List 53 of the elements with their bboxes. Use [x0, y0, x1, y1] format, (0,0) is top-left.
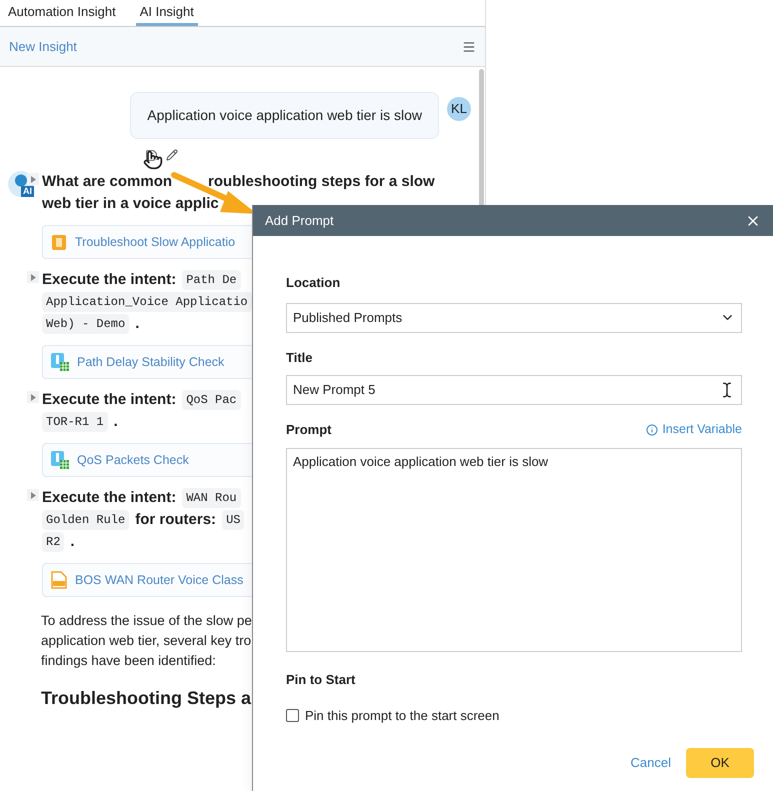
code-snippet: QoS Pac	[182, 390, 241, 410]
ok-button[interactable]: OK	[686, 748, 754, 778]
expand-toggle[interactable]	[27, 489, 39, 501]
ai-badge: AI	[21, 186, 34, 197]
step-text: .	[135, 314, 140, 334]
section-heading: Troubleshooting Steps a	[40, 687, 252, 710]
menu-icon[interactable]	[462, 40, 476, 54]
clipboard-icon	[51, 233, 67, 251]
expand-triangle-icon	[30, 176, 36, 182]
edit-icon[interactable]	[166, 149, 178, 161]
expand-toggle[interactable]	[27, 173, 39, 185]
step-text: Execute the intent:	[42, 390, 176, 410]
user-avatar: KL	[447, 97, 471, 121]
insert-variable-link[interactable]: Insert Variable	[646, 420, 742, 440]
insight-title: New Insight	[9, 38, 77, 56]
cancel-button[interactable]: Cancel	[630, 752, 671, 772]
location-dropdown[interactable]: Published Prompts	[286, 302, 742, 332]
expand-triangle-icon	[30, 394, 36, 400]
summary-paragraph: To address the issue of the slow pe application web tier, several key tro findings have been identified:	[40, 612, 253, 670]
hand-cursor-icon	[143, 150, 163, 170]
question-heading: What are common	[42, 172, 172, 192]
code-snippet: Path De	[182, 270, 241, 290]
step-text: Execute the intent:	[42, 488, 176, 508]
title-field[interactable]: New Prompt 5	[286, 375, 742, 405]
info-icon	[646, 424, 658, 436]
step-text: Execute the intent:	[42, 270, 176, 290]
code-snippet: TOR-R1 1	[42, 412, 108, 432]
intent-table-icon	[51, 353, 69, 371]
code-snippet: Golden Rule	[42, 510, 130, 530]
checkbox-label: Pin this prompt to the start screen	[305, 707, 500, 725]
question-heading: roubleshooting steps for a slow	[208, 172, 435, 192]
field-label: Prompt	[286, 421, 332, 439]
tab[interactable]: Automation Insight	[4, 0, 120, 26]
expand-triangle-icon	[30, 274, 36, 280]
user-message: Application voice application web tier is slow	[130, 92, 439, 139]
prompt-textarea[interactable]: Application voice application web tier is slow	[286, 448, 742, 652]
question-heading: web tier in a voice applic	[42, 194, 219, 214]
expand-toggle[interactable]	[27, 391, 39, 403]
step-text: .	[70, 532, 75, 552]
intent-table-icon	[51, 451, 69, 469]
code-snippet: Application_Voice Applicatio	[42, 292, 252, 312]
field-label: Location	[286, 274, 342, 292]
code-snippet: WAN Rou	[182, 488, 241, 508]
step-text: for routers:	[135, 510, 216, 530]
field-label: Pin to Start	[286, 670, 356, 688]
code-snippet: Web) - Demo	[42, 314, 130, 334]
expand-triangle-icon	[30, 492, 36, 498]
expand-toggle[interactable]	[27, 271, 39, 283]
code-snippet: US	[222, 510, 244, 530]
pin-checkbox[interactable]	[286, 709, 299, 722]
code-snippet: R2	[42, 532, 64, 552]
step-text: .	[114, 412, 118, 432]
config-file-icon	[51, 571, 67, 589]
